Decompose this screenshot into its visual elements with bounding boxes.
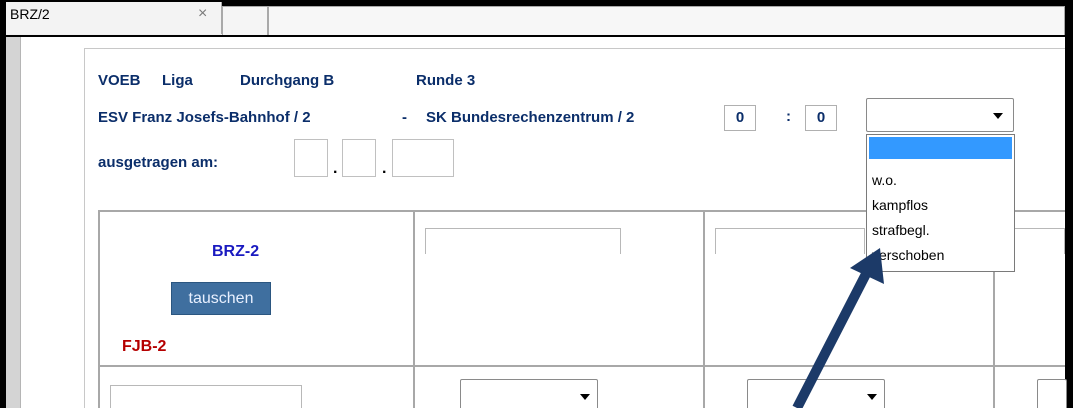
address-bar[interactable] [268,6,1065,35]
dropdown-option-empty[interactable] [869,137,1012,159]
player-select-2[interactable] [747,379,885,408]
close-icon[interactable]: × [198,5,207,23]
date-year-input[interactable] [392,139,454,177]
player-input-2[interactable] [715,228,865,254]
dropdown-option-kampflos[interactable]: kampflos [872,197,928,213]
result-dropdown-list[interactable]: w.o. kampflos strafbegl. verschoben [866,134,1015,272]
player-input-1[interactable] [425,228,621,254]
home-score-input[interactable]: 0 [724,105,756,131]
dropdown-option-strafbegl[interactable]: strafbegl. [872,222,930,238]
frame-border-right [1065,0,1073,408]
grid-line-middle [98,365,1065,367]
tab-strip-divider [6,35,1065,37]
dropdown-option-wo[interactable]: w.o. [872,172,897,188]
home-team-name: ESV Franz Josefs-Bahnhof / 2 [98,109,311,126]
result-select[interactable] [866,98,1014,132]
grid-line-col-3 [993,268,995,408]
date-day-input[interactable] [294,139,328,177]
league-org: VOEB [98,72,141,89]
grid-line-col-1 [413,210,415,408]
away-score-input[interactable]: 0 [805,105,837,131]
away-team-name: SK Bundesrechenzentrum / 2 [426,109,635,126]
tab-brz2[interactable]: BRZ/2 × [6,2,222,34]
tab-title: BRZ/2 [10,6,50,22]
player-select-1[interactable] [460,379,598,408]
new-tab-button[interactable] [222,6,268,35]
dropdown-option-verschoben[interactable]: verschoben [872,247,944,263]
grid-line-col-2 [703,210,705,408]
player-select-3[interactable] [1037,379,1067,408]
date-dot-2: . [382,160,387,177]
chevron-down-icon [580,394,590,400]
league-label: Liga [162,72,193,89]
grid-line-col-0 [98,210,100,408]
pass-label: Durchgang B [240,72,335,89]
swap-button[interactable]: tauschen [171,282,271,315]
chevron-down-icon [867,394,877,400]
chevron-down-icon [993,113,1003,119]
gutter-divider [20,37,21,408]
left-gutter [6,37,20,408]
score-colon: : [786,108,791,125]
round-label: Runde 3 [416,72,476,89]
player-input-4[interactable] [110,385,302,408]
board-bottom-team: FJB-2 [122,338,167,355]
date-month-input[interactable] [342,139,376,177]
date-label: ausgetragen am: [98,154,219,171]
team-separator: - [402,109,407,126]
board-top-team: BRZ-2 [212,243,260,260]
date-dot-1: . [333,160,338,177]
